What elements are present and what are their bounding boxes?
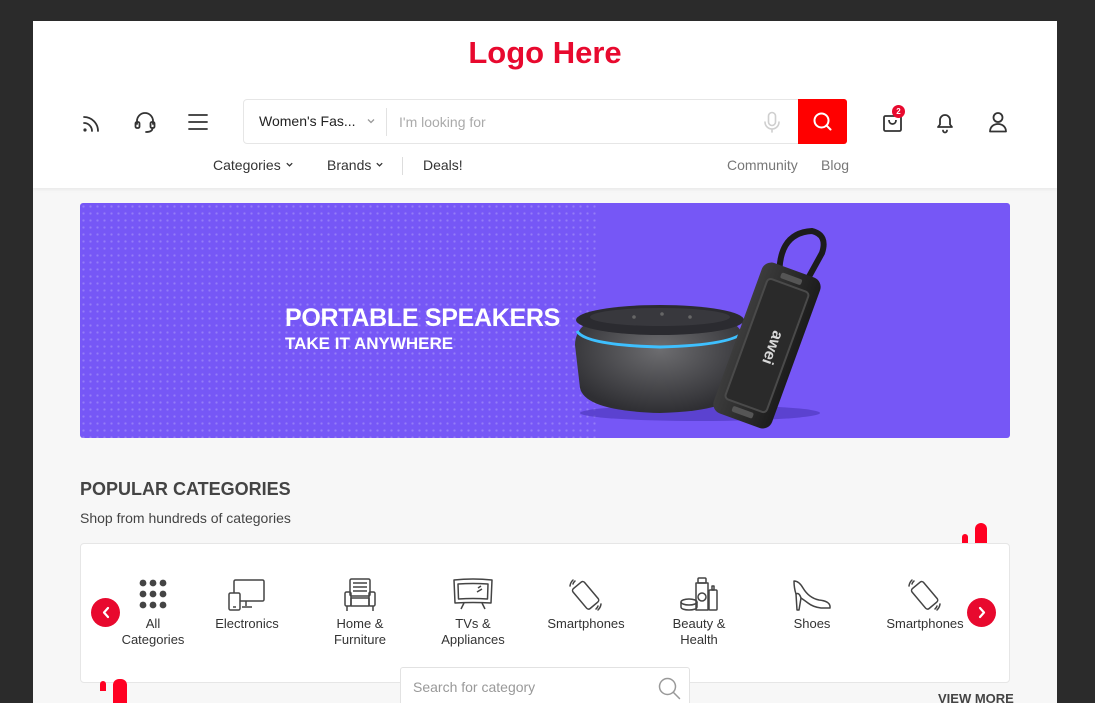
category-carousel: All Categories Electronics Home & Furnit… [80,543,1010,683]
popular-categories-subtitle: Shop from hundreds of categories [80,510,291,526]
category-home-furniture[interactable]: Home & Furniture [310,576,410,648]
category-label: Electronics [215,616,279,631]
category-label: TVs & Appliances [441,616,505,647]
category-electronics[interactable]: Electronics [197,576,297,632]
search-input[interactable] [387,100,753,143]
popular-categories-title: POPULAR CATEGORIES [80,479,291,499]
tv-icon [453,578,493,610]
cart-count-badge: 2 [892,105,905,118]
bell-icon[interactable] [932,109,958,135]
nav-deals[interactable]: Deals! [423,157,463,173]
header: Logo Here Women's Fas... I'm looking for… [33,21,1057,188]
search-category-value: Women's Fas... [259,113,356,129]
category-label: All Categories [121,616,185,647]
category-shoes[interactable]: Shoes [762,576,862,632]
cosmetics-icon [680,577,718,611]
carousel-next-button[interactable] [967,598,996,627]
user-icon[interactable] [985,109,1011,135]
smartphone-icon [569,579,602,611]
cart-icon[interactable]: 2 [880,105,906,135]
category-search-input[interactable] [401,668,641,703]
category-smartphones[interactable]: Smartphones [536,576,636,632]
category-search [400,667,690,703]
chevron-right-icon [978,606,986,619]
decor-shape [113,679,127,703]
category-label: Beauty & Health [672,616,726,647]
category-smartphones-2[interactable]: Smartphones [875,576,975,632]
category-label: Smartphones [547,616,625,631]
nav-brands-label: Brands [327,157,372,173]
banner-headline: PORTABLE SPEAKERS [285,304,561,332]
grid-dots-icon [139,579,167,609]
category-tvs-appliances[interactable]: TVs & Appliances [423,576,523,648]
nav-categories[interactable]: Categories [213,157,294,173]
search-bar: Women's Fas... [243,99,847,144]
search-button[interactable] [798,99,847,144]
category-all[interactable]: All Categories [103,576,203,648]
category-label: Home & Furniture [333,616,387,647]
nav-blog[interactable]: Blog [821,157,849,173]
page: Logo Here Women's Fas... I'm looking for… [33,21,1057,703]
microphone-icon[interactable] [760,110,784,134]
devices-icon [228,579,265,611]
headset-icon[interactable] [132,109,158,135]
category-beauty-health[interactable]: Beauty & Health [649,576,749,648]
view-more-link[interactable]: VIEW MORE [938,691,1014,703]
search-category-select[interactable]: Women's Fas... [244,100,386,143]
category-label: Shoes [793,616,831,631]
chevron-down-icon [286,162,293,167]
rss-icon[interactable] [79,110,105,136]
smartphone-icon [908,579,941,611]
nav-divider [402,157,403,175]
hero-banner[interactable]: PORTABLE SPEAKERS TAKE IT ANYWHERE awei [80,203,1010,438]
armchair-icon [344,578,376,611]
nav-categories-label: Categories [213,157,281,173]
category-label: Smartphones [886,616,964,631]
decor-shape [975,523,987,545]
speakers-image: awei [575,227,827,429]
menu-icon[interactable] [185,109,211,135]
search-icon [813,112,832,131]
chevron-down-icon [376,162,384,167]
chevron-down-icon [367,119,375,124]
search-icon[interactable] [657,676,681,700]
nav-community[interactable]: Community [727,157,798,173]
high-heel-icon [793,580,831,611]
logo[interactable]: Logo Here [33,35,1057,71]
decor-shape [100,681,106,691]
nav-brands[interactable]: Brands [327,157,384,173]
banner-subline: TAKE IT ANYWHERE [285,334,454,353]
